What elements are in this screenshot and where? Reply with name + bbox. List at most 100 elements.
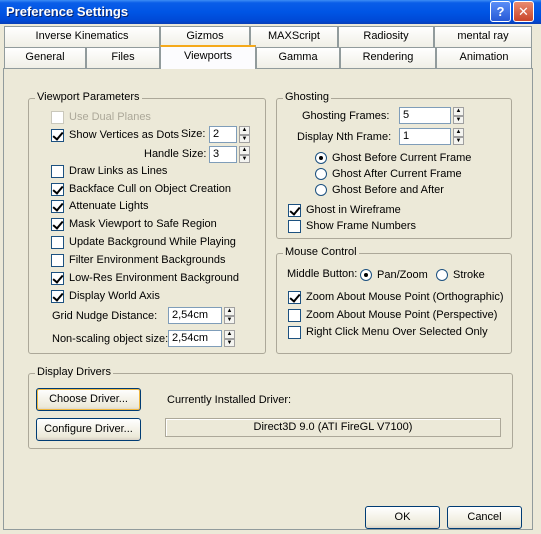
display-nth-frame-spinner[interactable]: 1 ▲ ▼ bbox=[399, 128, 464, 145]
close-button[interactable]: ✕ bbox=[513, 1, 534, 22]
ghosting-frames-field[interactable]: 5 bbox=[399, 107, 451, 124]
help-button[interactable]: ? bbox=[490, 1, 511, 22]
title-bar: Preference Settings ? ✕ bbox=[0, 0, 541, 24]
attenuate-lights-checkbox[interactable]: Attenuate Lights bbox=[51, 198, 149, 214]
ghost-wireframe-checkbox[interactable]: Ghost in Wireframe bbox=[288, 202, 401, 218]
grid-nudge-field[interactable]: 2,54cm bbox=[168, 307, 222, 324]
ghosting-frames-label: Ghosting Frames: bbox=[302, 110, 390, 122]
right-click-menu-checkbox[interactable]: Right Click Menu Over Selected Only bbox=[288, 324, 488, 340]
checkbox-box[interactable] bbox=[51, 289, 64, 303]
display-drivers-title: Display Drivers bbox=[35, 366, 113, 378]
checkbox-box[interactable] bbox=[51, 164, 64, 178]
nonscaling-spinner-arrows[interactable]: ▲ ▼ bbox=[224, 330, 235, 347]
checkbox-box[interactable] bbox=[288, 203, 301, 217]
spinner-up-icon[interactable]: ▲ bbox=[453, 128, 464, 137]
grid-nudge-spinner[interactable]: 2,54cm ▲ ▼ bbox=[168, 307, 235, 324]
display-world-axis-label: Display World Axis bbox=[69, 290, 160, 302]
stroke-radio[interactable]: Stroke bbox=[436, 267, 485, 283]
zoom-persp-checkbox[interactable]: Zoom About Mouse Point (Perspective) bbox=[288, 307, 497, 323]
tab-radiosity[interactable]: Radiosity bbox=[338, 26, 434, 47]
checkbox-box[interactable] bbox=[288, 308, 301, 322]
checkbox-box[interactable] bbox=[51, 271, 64, 285]
spinner-up-icon[interactable]: ▲ bbox=[224, 330, 235, 339]
spinner-up-icon[interactable]: ▲ bbox=[239, 126, 250, 135]
show-vertices-label: Show Vertices as Dots bbox=[69, 129, 180, 141]
radio-dot[interactable] bbox=[315, 184, 327, 196]
tab-general[interactable]: General bbox=[4, 47, 86, 68]
backface-cull-checkbox[interactable]: Backface Cull on Object Creation bbox=[51, 181, 231, 197]
draw-links-checkbox[interactable]: Draw Links as Lines bbox=[51, 163, 167, 179]
display-world-axis-checkbox[interactable]: Display World Axis bbox=[51, 288, 160, 304]
zoom-ortho-checkbox[interactable]: Zoom About Mouse Point (Orthographic) bbox=[288, 289, 503, 305]
display-nth-frame-spinner-arrows[interactable]: ▲ ▼ bbox=[453, 128, 464, 145]
show-vertices-checkbox[interactable]: Show Vertices as Dots bbox=[51, 127, 179, 143]
size-label: Size: bbox=[181, 128, 206, 140]
checkbox-box[interactable] bbox=[51, 199, 64, 213]
configure-driver-button[interactable]: Configure Driver... bbox=[36, 418, 141, 441]
checkbox-box[interactable] bbox=[51, 182, 64, 196]
handle-size-field[interactable]: 3 bbox=[209, 146, 237, 163]
tab-maxscript[interactable]: MAXScript bbox=[250, 26, 338, 47]
lowres-env-checkbox[interactable]: Low-Res Environment Background bbox=[51, 270, 239, 286]
checkbox-box[interactable] bbox=[288, 290, 301, 304]
spinner-up-icon[interactable]: ▲ bbox=[224, 307, 235, 316]
tab-rendering[interactable]: Rendering bbox=[340, 47, 436, 68]
ok-button[interactable]: OK bbox=[365, 506, 440, 529]
ghosting-frames-spinner[interactable]: 5 ▲ ▼ bbox=[399, 107, 464, 124]
stroke-label: Stroke bbox=[453, 269, 485, 281]
nonscaling-spinner[interactable]: 2,54cm ▲ ▼ bbox=[168, 330, 235, 347]
checkbox-box[interactable] bbox=[288, 325, 301, 339]
tab-gizmos[interactable]: Gizmos bbox=[160, 26, 250, 47]
handle-size-spinner-arrows[interactable]: ▲ ▼ bbox=[239, 146, 250, 163]
radio-dot[interactable] bbox=[315, 152, 327, 164]
radio-dot[interactable] bbox=[436, 269, 448, 281]
spinner-down-icon[interactable]: ▼ bbox=[239, 134, 250, 143]
show-frame-numbers-checkbox[interactable]: Show Frame Numbers bbox=[288, 218, 416, 234]
nonscaling-field[interactable]: 2,54cm bbox=[168, 330, 222, 347]
installed-driver-label: Currently Installed Driver: bbox=[167, 394, 292, 406]
tab-files[interactable]: Files bbox=[86, 47, 160, 68]
ghost-before-after-radio[interactable]: Ghost Before and After bbox=[315, 182, 444, 198]
filter-env-checkbox[interactable]: Filter Environment Backgrounds bbox=[51, 252, 226, 268]
mask-viewport-checkbox[interactable]: Mask Viewport to Safe Region bbox=[51, 216, 217, 232]
ghost-after-radio[interactable]: Ghost After Current Frame bbox=[315, 166, 462, 182]
checkbox-box[interactable] bbox=[288, 219, 301, 233]
spinner-down-icon[interactable]: ▼ bbox=[453, 115, 464, 124]
size-spinner[interactable]: 2 ▲ ▼ bbox=[209, 126, 250, 143]
spinner-down-icon[interactable]: ▼ bbox=[453, 136, 464, 145]
spinner-down-icon[interactable]: ▼ bbox=[224, 315, 235, 324]
size-field[interactable]: 2 bbox=[209, 126, 237, 143]
tab-mental-ray[interactable]: mental ray bbox=[434, 26, 532, 47]
cancel-button[interactable]: Cancel bbox=[447, 506, 522, 529]
update-background-checkbox[interactable]: Update Background While Playing bbox=[51, 234, 236, 250]
checkbox-box[interactable] bbox=[51, 253, 64, 267]
lowres-env-label: Low-Res Environment Background bbox=[69, 272, 239, 284]
checkbox-box[interactable] bbox=[51, 128, 64, 142]
pan-zoom-radio[interactable]: Pan/Zoom bbox=[360, 267, 428, 283]
ghost-before-radio[interactable]: Ghost Before Current Frame bbox=[315, 150, 471, 166]
checkbox-box[interactable] bbox=[51, 217, 64, 231]
grid-nudge-spinner-arrows[interactable]: ▲ ▼ bbox=[224, 307, 235, 324]
spinner-up-icon[interactable]: ▲ bbox=[239, 146, 250, 155]
pan-zoom-label: Pan/Zoom bbox=[377, 269, 428, 281]
show-frame-numbers-label: Show Frame Numbers bbox=[306, 220, 417, 232]
ghosting-frames-spinner-arrows[interactable]: ▲ ▼ bbox=[453, 107, 464, 124]
tab-animation[interactable]: Animation bbox=[436, 47, 532, 68]
spinner-down-icon[interactable]: ▼ bbox=[224, 338, 235, 347]
installed-driver-value: Direct3D 9.0 (ATI FireGL V7100) bbox=[165, 418, 501, 437]
size-spinner-arrows[interactable]: ▲ ▼ bbox=[239, 126, 250, 143]
display-nth-frame-field[interactable]: 1 bbox=[399, 128, 451, 145]
radio-dot[interactable] bbox=[360, 269, 372, 281]
filter-env-label: Filter Environment Backgrounds bbox=[69, 254, 226, 266]
radio-dot[interactable] bbox=[315, 168, 327, 180]
spinner-down-icon[interactable]: ▼ bbox=[239, 154, 250, 163]
use-dual-planes-checkbox[interactable]: Use Dual Planes bbox=[51, 109, 151, 125]
tab-gamma[interactable]: Gamma bbox=[256, 47, 340, 68]
tab-inverse-kinematics[interactable]: Inverse Kinematics bbox=[4, 26, 160, 47]
checkbox-box[interactable] bbox=[51, 235, 64, 249]
choose-driver-button[interactable]: Choose Driver... bbox=[36, 388, 141, 411]
checkbox-box[interactable] bbox=[51, 110, 64, 124]
tab-viewports[interactable]: Viewports bbox=[160, 45, 256, 69]
handle-size-spinner[interactable]: 3 ▲ ▼ bbox=[209, 146, 250, 163]
spinner-up-icon[interactable]: ▲ bbox=[453, 107, 464, 116]
